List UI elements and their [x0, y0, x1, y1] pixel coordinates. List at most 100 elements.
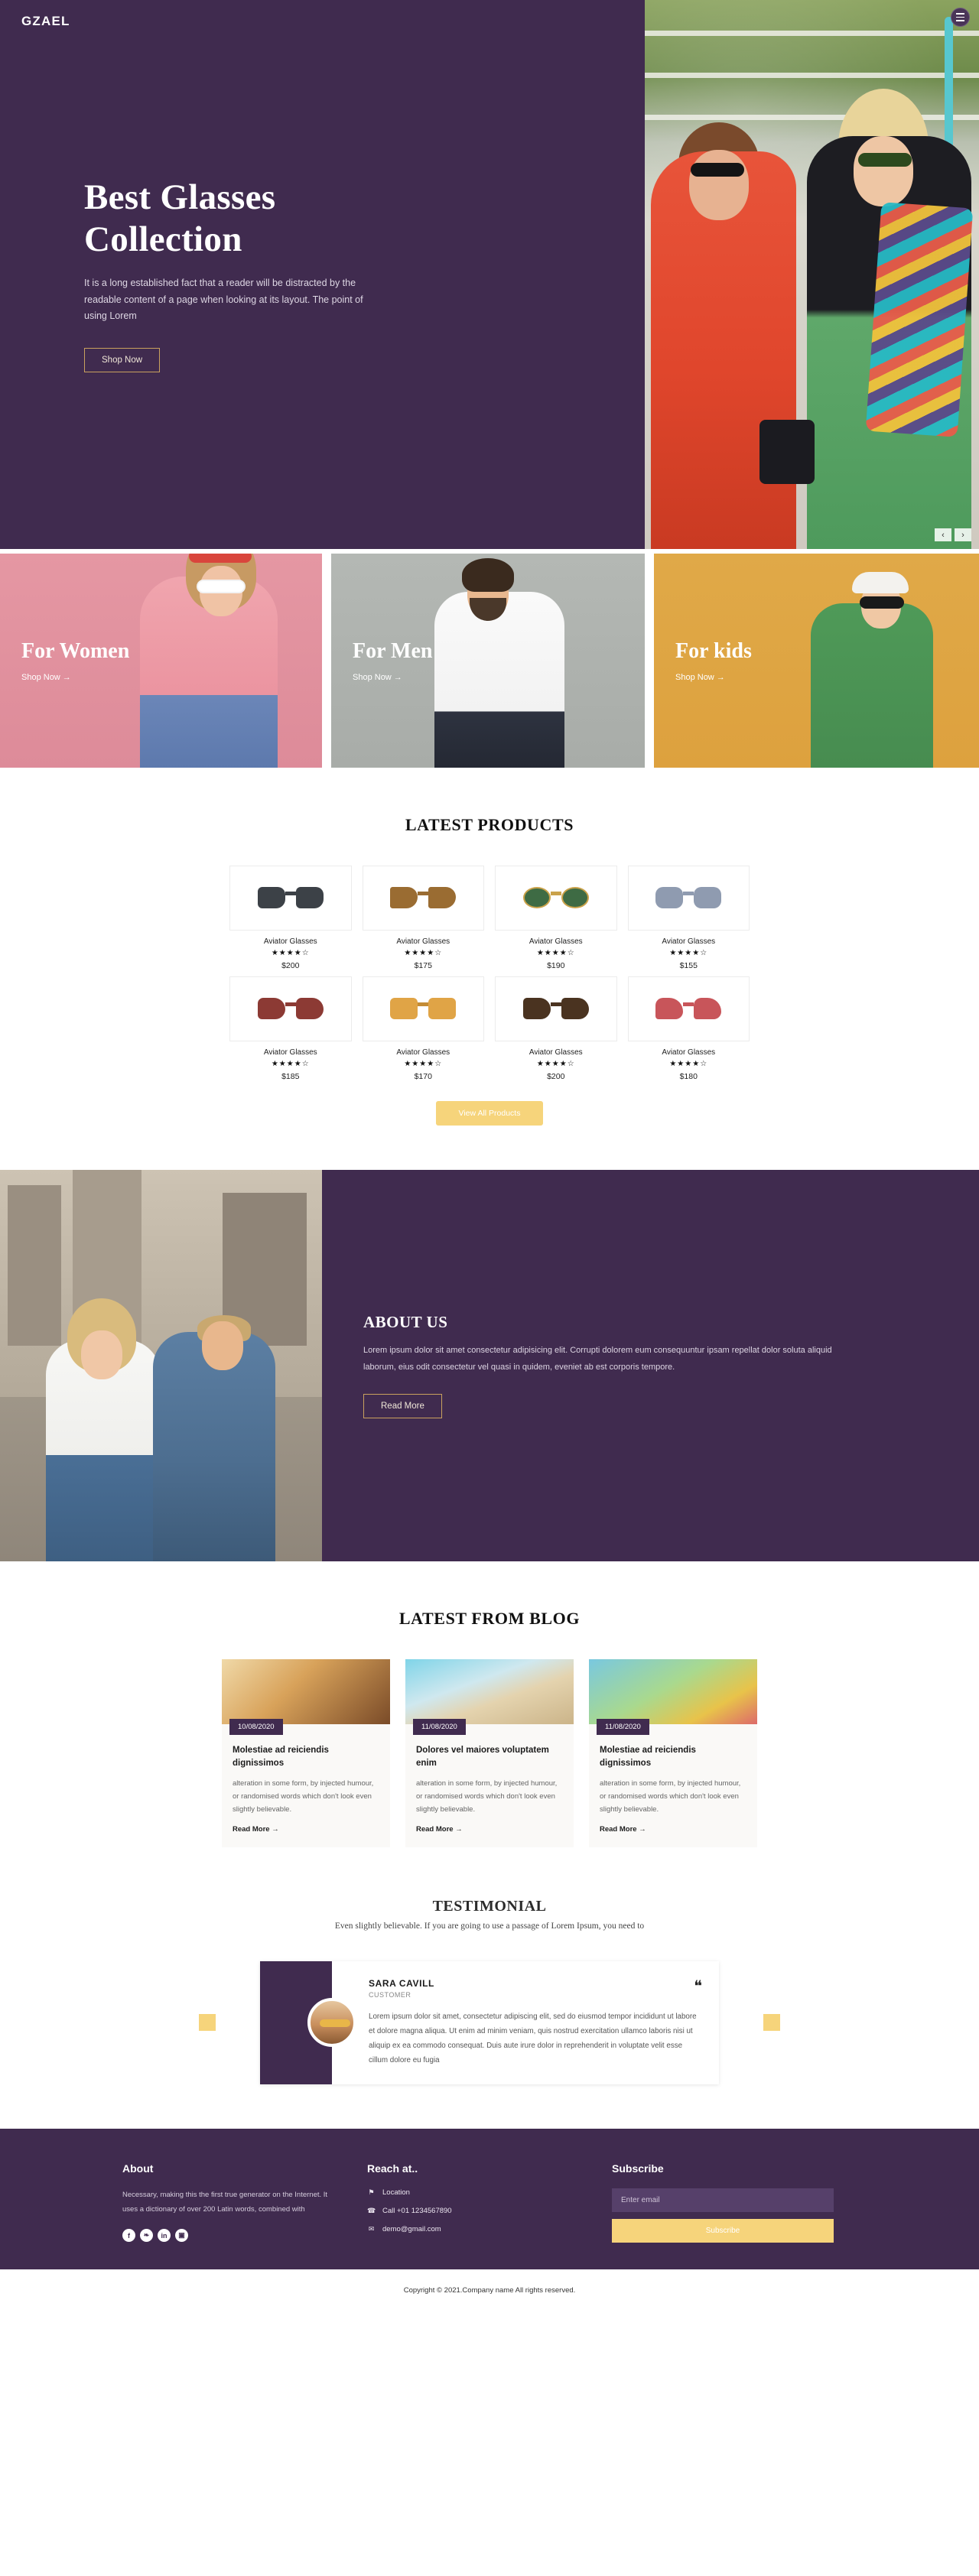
testimonial-prev-button[interactable]: [199, 2014, 216, 2032]
blog-title: Molestiae ad reiciendis dignissimos: [600, 1746, 696, 1769]
social-links: f ❧ in ▣: [122, 2229, 337, 2243]
footer-subscribe-column: Subscribe Subscribe: [612, 2162, 834, 2243]
product-rating: ★★★★☆: [536, 1060, 575, 1068]
testimonial-section: TESTIMONIAL Even slightly believable. If…: [0, 1847, 979, 2129]
hero-content-panel: GZAEL Best Glasses Collection It is a lo…: [0, 0, 645, 549]
blog-card[interactable]: 11/08/2020 Dolores vel maiores voluptate…: [405, 1659, 574, 1847]
sunglasses-icon: [522, 886, 589, 910]
product-card[interactable]: Aviator Glasses ★★★★☆ $200: [495, 976, 617, 1081]
about-image: [0, 1170, 322, 1561]
carousel-prev-icon[interactable]: ‹: [935, 528, 951, 541]
product-price: $155: [679, 961, 698, 970]
latest-products-section: LATEST PRODUCTS Aviator Glasses ★★★★☆ $2…: [0, 768, 979, 1170]
product-card[interactable]: Aviator Glasses ★★★★☆ $170: [362, 976, 484, 1081]
blog-date-badge: 11/08/2020: [597, 1719, 649, 1735]
footer-contact-column: Reach at.. ⚑ Location ☎ Call +01 1234567…: [367, 2162, 581, 2243]
product-name: Aviator Glasses: [662, 937, 716, 946]
testimonial-card: ❝ SARA CAVILL CUSTOMER Lorem ipsum dolor…: [260, 1960, 719, 2085]
testimonial-author-name: SARA CAVILL: [369, 1977, 434, 1989]
hamburger-menu-icon[interactable]: [951, 8, 970, 27]
blog-thumbnail: 10/08/2020: [222, 1659, 390, 1735]
blog-thumbnail: 11/08/2020: [405, 1659, 574, 1735]
sunglasses-icon: [860, 596, 904, 609]
view-all-products-button[interactable]: View All Products: [435, 1101, 544, 1126]
blog-card[interactable]: 10/08/2020 Molestiae ad reiciendis digni…: [222, 1659, 390, 1847]
phone-icon: ☎: [367, 2207, 376, 2215]
model-photo: [434, 592, 564, 768]
blog-card[interactable]: 11/08/2020 Molestiae ad reiciendis digni…: [589, 1659, 757, 1847]
category-shop-link[interactable]: Shop Now →: [353, 673, 432, 682]
footer: About Necessary, making this the first t…: [0, 2129, 979, 2270]
category-card-kids[interactable]: For kids Shop Now →: [654, 554, 979, 768]
category-card-men[interactable]: For Men Shop Now →: [331, 554, 645, 768]
contact-email[interactable]: ✉ demo@gmail.com: [367, 2225, 581, 2233]
product-price: $200: [281, 961, 300, 970]
category-section: For Women Shop Now → For Men Shop Now → …: [0, 549, 979, 768]
sunglasses-icon: [655, 886, 722, 910]
contact-location[interactable]: ⚑ Location: [367, 2188, 581, 2197]
product-grid: Aviator Glasses ★★★★☆ $200 Aviator Glass…: [229, 866, 750, 1081]
carousel-next-icon[interactable]: ›: [955, 528, 971, 541]
copyright-bar: Copyright © 2021.Company name All rights…: [0, 2269, 979, 2312]
blog-read-more-link[interactable]: Read More →: [416, 1825, 563, 1834]
contact-phone-text: Call +01 1234567890: [382, 2207, 452, 2216]
subscribe-button[interactable]: Subscribe: [612, 2219, 834, 2243]
sunglasses-icon: [197, 580, 246, 593]
blog-read-more-link[interactable]: Read More →: [233, 1825, 379, 1834]
category-title: For kids: [675, 639, 752, 663]
blog-description: alteration in some form, by injected hum…: [233, 1779, 374, 1814]
twitter-icon[interactable]: ❧: [140, 2229, 153, 2243]
product-name: Aviator Glasses: [263, 1048, 317, 1057]
footer-about-title: About: [122, 2162, 154, 2175]
blog-description: alteration in some form, by injected hum…: [416, 1779, 558, 1814]
product-name: Aviator Glasses: [263, 937, 317, 946]
category-card-women[interactable]: For Women Shop Now →: [0, 554, 322, 768]
category-shop-link[interactable]: Shop Now →: [21, 673, 129, 682]
footer-about-body: Necessary, making this the first true ge…: [122, 2191, 328, 2214]
category-title: For Men: [353, 639, 433, 663]
sunglasses-icon: [390, 886, 457, 910]
contact-phone[interactable]: ☎ Call +01 1234567890: [367, 2207, 581, 2215]
product-rating: ★★★★☆: [271, 1060, 310, 1068]
product-card[interactable]: Aviator Glasses ★★★★☆ $180: [627, 976, 750, 1081]
product-price: $200: [547, 1072, 565, 1081]
about-read-more-button[interactable]: Read More: [363, 1393, 442, 1418]
email-input[interactable]: [612, 2188, 834, 2213]
blog-title: Molestiae ad reiciendis dignissimos: [233, 1746, 329, 1769]
sunglasses-icon: [691, 163, 744, 177]
category-shop-link[interactable]: Shop Now →: [675, 673, 752, 682]
blog-date-badge: 10/08/2020: [229, 1719, 283, 1735]
product-price: $175: [414, 961, 432, 970]
product-rating: ★★★★☆: [271, 949, 310, 957]
brand-logo[interactable]: GZAEL: [21, 14, 70, 29]
product-card[interactable]: Aviator Glasses ★★★★☆ $185: [229, 976, 352, 1081]
hero-shop-now-button[interactable]: Shop Now: [84, 348, 161, 373]
blog-read-more-link[interactable]: Read More →: [600, 1825, 746, 1834]
facebook-icon[interactable]: f: [122, 2229, 135, 2243]
testimonial-author-role: CUSTOMER: [369, 1990, 411, 1999]
blog-title: Dolores vel maiores voluptatem enim: [416, 1746, 549, 1769]
blog-thumbnail: 11/08/2020: [589, 1659, 757, 1735]
sunglasses-icon: [257, 886, 324, 910]
product-card[interactable]: Aviator Glasses ★★★★☆ $175: [362, 866, 484, 970]
product-name: Aviator Glasses: [529, 1048, 583, 1057]
testimonial-next-button[interactable]: [763, 2014, 780, 2032]
instagram-icon[interactable]: ▣: [175, 2229, 188, 2243]
product-price: $170: [414, 1072, 432, 1081]
about-title: ABOUT US: [363, 1313, 448, 1332]
mail-icon: ✉: [368, 2225, 375, 2233]
blog-date-badge: 11/08/2020: [413, 1719, 466, 1735]
product-card[interactable]: Aviator Glasses ★★★★☆ $155: [627, 866, 750, 970]
product-rating: ★★★★☆: [404, 1060, 443, 1068]
product-rating: ★★★★☆: [669, 1060, 708, 1068]
linkedin-icon[interactable]: in: [158, 2229, 171, 2243]
product-card[interactable]: Aviator Glasses ★★★★☆ $200: [229, 866, 352, 970]
product-card[interactable]: Aviator Glasses ★★★★☆ $190: [495, 866, 617, 970]
testimonial-text: Lorem ipsum dolor sit amet, consectetur …: [369, 2012, 697, 2065]
blog-section: LATEST FROM BLOG 10/08/2020 Molestiae ad…: [0, 1561, 979, 1847]
footer-subscribe-title: Subscribe: [612, 2162, 664, 2175]
model-photo: [811, 603, 933, 768]
hero-subtitle: It is a long established fact that a rea…: [84, 277, 363, 322]
section-heading-products: LATEST PRODUCTS: [405, 815, 574, 834]
blog-grid: 10/08/2020 Molestiae ad reiciendis digni…: [222, 1659, 757, 1847]
